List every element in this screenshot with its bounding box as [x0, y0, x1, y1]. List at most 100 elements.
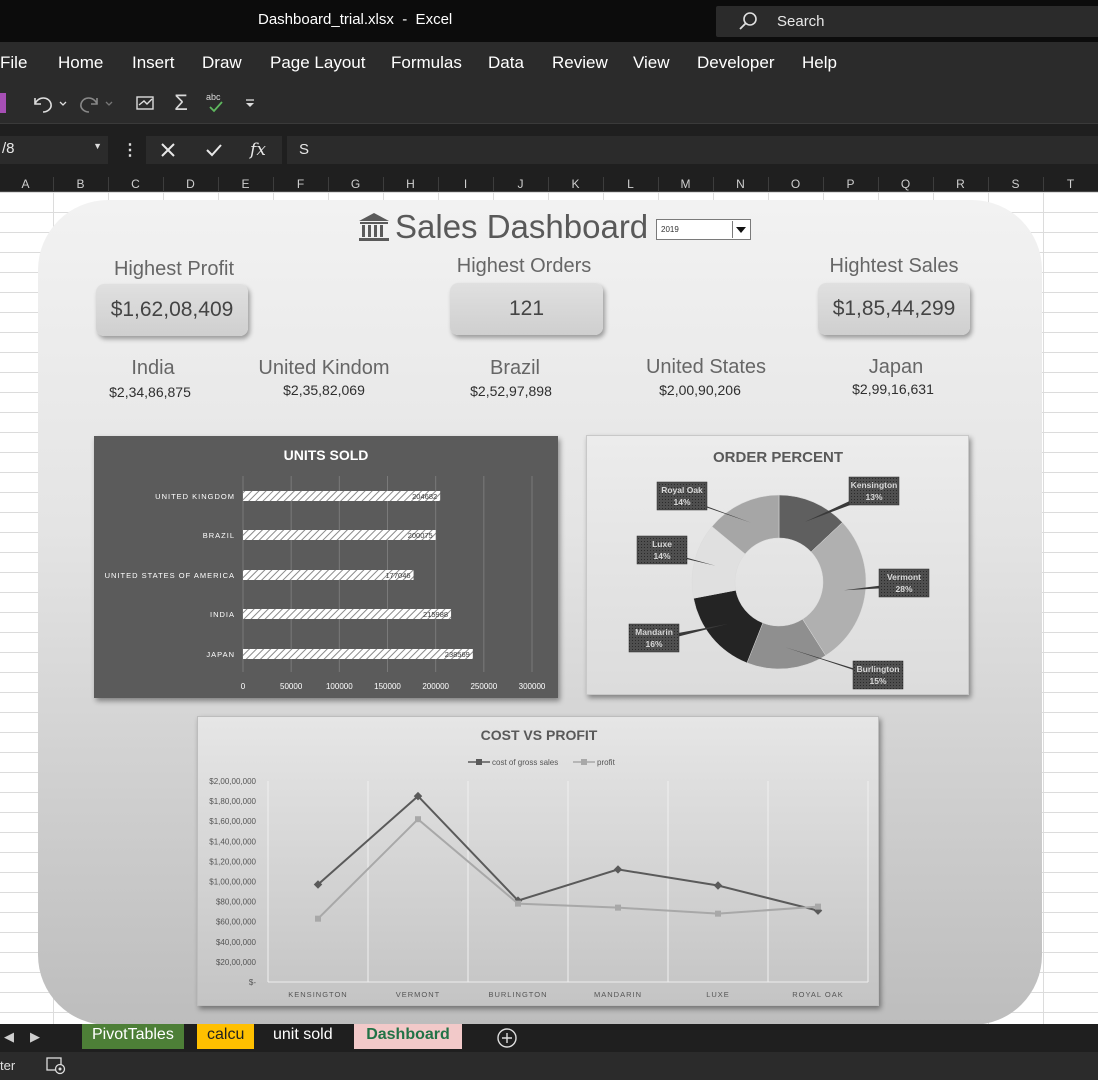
- slice-label: Mandarin: [635, 627, 673, 637]
- tab-help[interactable]: Help: [802, 53, 837, 73]
- kpi-card-profit: $1,62,08,409: [96, 284, 248, 336]
- kpi-label-profit: Highest Profit: [113, 258, 235, 280]
- column-header[interactable]: E: [218, 177, 274, 192]
- country-name: United States: [645, 356, 767, 378]
- x-tick-label: 100000: [326, 682, 353, 691]
- column-header[interactable]: S: [988, 177, 1044, 192]
- country-name: Japan: [868, 356, 924, 378]
- add-sheet-icon[interactable]: [496, 1027, 518, 1054]
- bar-data-label: 177046: [386, 571, 411, 580]
- tab-data[interactable]: Data: [488, 53, 524, 73]
- cancel-icon[interactable]: [154, 138, 182, 162]
- x-category-label: BURLINGTON: [488, 990, 547, 999]
- column-header[interactable]: I: [438, 177, 494, 192]
- y-tick-label: $80,00,000: [216, 898, 257, 907]
- tab-draw[interactable]: Draw: [202, 53, 242, 73]
- y-tick-label: $1,40,00,000: [209, 837, 256, 846]
- column-header[interactable]: N: [713, 177, 769, 192]
- column-header[interactable]: L: [603, 177, 659, 192]
- x-category-label: KENSINGTON: [288, 990, 347, 999]
- column-header[interactable]: A: [0, 177, 54, 192]
- country-name: Brazil: [489, 357, 540, 379]
- column-header[interactable]: T: [1043, 177, 1098, 192]
- column-header[interactable]: M: [658, 177, 714, 192]
- formula-input[interactable]: S: [287, 136, 1098, 164]
- undo-button[interactable]: [28, 90, 70, 116]
- autosum-icon[interactable]: Σ: [170, 90, 192, 116]
- formula-buttons: fx: [146, 136, 282, 164]
- bank-icon: [358, 212, 390, 247]
- y-category-label: INDIA: [210, 610, 235, 619]
- column-header[interactable]: C: [108, 177, 164, 192]
- column-header[interactable]: G: [328, 177, 384, 192]
- legend-label: profit: [597, 758, 616, 767]
- country-name: United Kindom: [258, 357, 390, 379]
- column-header[interactable]: D: [163, 177, 219, 192]
- spelling-icon[interactable]: abc: [204, 90, 228, 116]
- column-header[interactable]: R: [933, 177, 989, 192]
- insert-function-icon[interactable]: fx: [244, 138, 272, 162]
- column-header[interactable]: F: [273, 177, 329, 192]
- redo-button[interactable]: [76, 90, 118, 116]
- chevron-down-icon[interactable]: [732, 221, 749, 238]
- tab-view[interactable]: View: [633, 53, 670, 73]
- legend-label: cost of gross sales: [492, 758, 558, 767]
- svg-text:abc: abc: [206, 92, 221, 102]
- slice-percent: 15%: [869, 676, 886, 686]
- save-icon[interactable]: [0, 90, 6, 116]
- sheet-tab-calcu[interactable]: calcu: [197, 1024, 255, 1049]
- enter-icon[interactable]: [200, 138, 228, 162]
- tab-developer[interactable]: Developer: [697, 53, 775, 73]
- column-header[interactable]: P: [823, 177, 879, 192]
- data-point: [715, 910, 721, 917]
- units-sold-chart[interactable]: UNITS SOLD 0 50000 100000 150000 200000 250000…: [94, 436, 558, 698]
- cost-vs-profit-chart[interactable]: COST VS PROFIT cost of gross sales profit $…: [197, 716, 879, 1006]
- column-header[interactable]: O: [768, 177, 824, 192]
- x-category-label: MANDARIN: [594, 990, 642, 999]
- legend-marker: [581, 759, 587, 765]
- search-icon: [738, 11, 758, 36]
- search-box[interactable]: Search: [716, 6, 1098, 37]
- bar: [243, 649, 473, 659]
- country-value: $2,34,86,875: [109, 384, 191, 400]
- kpi-card-sales: $1,85,44,299: [818, 283, 970, 335]
- scroll-right-icon[interactable]: ▶: [30, 1029, 40, 1045]
- tab-insert[interactable]: Insert: [132, 53, 175, 73]
- name-box[interactable]: /8 ▼: [0, 136, 108, 164]
- sheet-tab-pivottables[interactable]: PivotTables: [82, 1024, 184, 1049]
- status-mode: ter: [0, 1058, 16, 1073]
- data-point: [613, 865, 623, 874]
- data-point: [815, 903, 821, 910]
- sheet-tab-dashboard[interactable]: Dashboard: [354, 1024, 462, 1049]
- slice-percent: 28%: [895, 584, 912, 594]
- year-dropdown[interactable]: 2019: [656, 219, 751, 240]
- title-bar: Dashboard_trial.xlsx - Excel Search: [0, 0, 1098, 42]
- y-category-label: UNITED STATES OF AMERICA: [105, 571, 235, 580]
- slice-percent: 14%: [653, 551, 670, 561]
- tab-page-layout[interactable]: Page Layout: [270, 53, 365, 73]
- tab-review[interactable]: Review: [552, 53, 608, 73]
- slice-label: Vermont: [887, 572, 921, 582]
- column-header[interactable]: Q: [878, 177, 934, 192]
- scroll-left-icon[interactable]: ◀: [4, 1029, 14, 1045]
- column-header[interactable]: H: [383, 177, 439, 192]
- x-category-label: ROYAL OAK: [792, 990, 844, 999]
- window-title: Dashboard_trial.xlsx - Excel: [258, 11, 453, 28]
- signature-icon[interactable]: [134, 90, 158, 116]
- tab-home[interactable]: Home: [58, 53, 103, 73]
- tab-formulas[interactable]: Formulas: [391, 53, 462, 73]
- more-options-icon[interactable]: ⋮: [122, 140, 138, 160]
- sheet-tab-unit-sold[interactable]: unit sold: [263, 1024, 343, 1049]
- data-point: [615, 904, 621, 911]
- x-category-label: VERMONT: [396, 990, 441, 999]
- accessibility-icon[interactable]: [46, 1057, 66, 1078]
- column-header[interactable]: K: [548, 177, 604, 192]
- chevron-down-icon[interactable]: ▼: [93, 141, 102, 151]
- tab-file[interactable]: File: [0, 53, 27, 73]
- customize-toolbar-icon[interactable]: [242, 90, 258, 116]
- order-percent-chart[interactable]: ORDER PERCENT Kensington 13% Vermont 28% Burl…: [586, 435, 969, 695]
- y-tick-label: $40,00,000: [216, 938, 257, 947]
- column-headers: A B C D E F G H I J K L M N O P Q R S T: [0, 176, 1098, 192]
- column-header[interactable]: J: [493, 177, 549, 192]
- column-header[interactable]: B: [53, 177, 109, 192]
